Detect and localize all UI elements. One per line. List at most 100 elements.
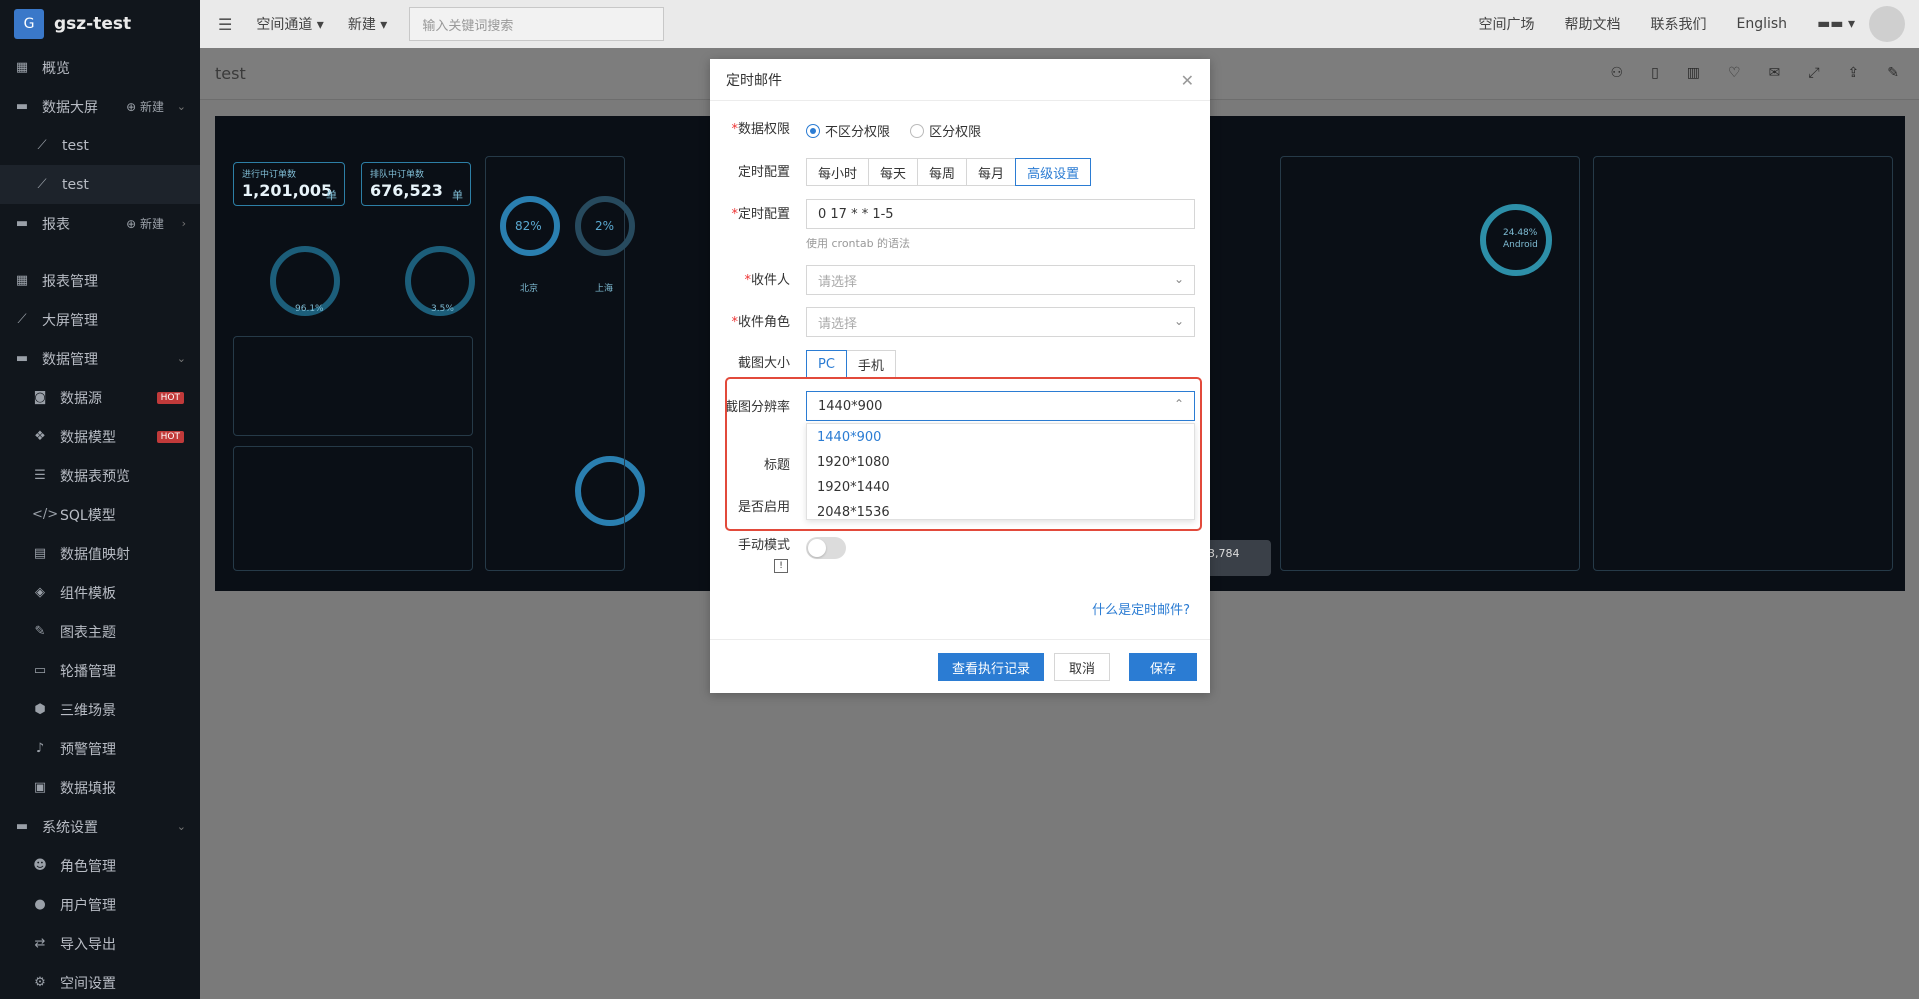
view-history-button[interactable]: 查看执行记录 xyxy=(938,653,1044,681)
sidebar-item-space-settings[interactable]: ⚙ 空间设置 xyxy=(0,963,200,999)
sidebar-item-overview[interactable]: ▦ 概览 xyxy=(0,48,200,87)
brush-icon: ✎ xyxy=(34,624,46,639)
help-link[interactable]: 帮助文档 xyxy=(1565,14,1621,34)
mail-icon[interactable]: ✉ xyxy=(1769,65,1781,81)
edit-icon[interactable]: ✎ xyxy=(1887,65,1899,81)
manual-mode-control xyxy=(806,537,846,559)
sidebar-item-chart-theme[interactable]: ✎ 图表主题 xyxy=(0,612,200,651)
expand-icon[interactable]: ⤢ xyxy=(1808,65,1819,81)
new-dashboard-button[interactable]: ⊕ 新建 xyxy=(126,98,164,115)
chevron-down-icon[interactable]: ⌄ xyxy=(177,820,186,833)
sidebar-item-data-model[interactable]: ❖ 数据模型 HOT xyxy=(0,417,200,456)
database-icon: ◙ xyxy=(33,390,47,405)
what-is-scheduled-email-link[interactable]: 什么是定时邮件? xyxy=(1092,599,1190,618)
sidebar-item-label: 数据管理 xyxy=(42,351,98,368)
schedule-label: 定时配置 xyxy=(737,165,790,180)
users-icon: ☻ xyxy=(33,858,47,873)
new-menu[interactable]: 新建 ▾ xyxy=(348,14,387,34)
new-menu-label: 新建 xyxy=(347,17,376,33)
user-icon: ● xyxy=(34,897,46,912)
language-link[interactable]: English xyxy=(1737,16,1788,32)
info-icon[interactable]: ! xyxy=(774,559,788,573)
excel-icon[interactable]: ▥ xyxy=(1687,65,1700,81)
schedule-advanced-button[interactable]: 高级设置 xyxy=(1015,158,1092,186)
user-settings-icon[interactable]: ⚇ xyxy=(1611,65,1624,81)
sidebar-item-system[interactable]: ▬ 系统设置 ⌄ xyxy=(0,807,200,846)
radio-no-permission[interactable]: 不区分权限 xyxy=(806,121,890,140)
sidebar-item-sql-model[interactable]: </> SQL模型 xyxy=(0,495,200,534)
sidebar-item-screen-mgmt[interactable]: ⟋ 大屏管理 xyxy=(0,300,200,339)
gauge-1-value: 96.1% xyxy=(295,304,324,314)
sidebar-item-users[interactable]: ● 用户管理 xyxy=(0,885,200,924)
document-icon[interactable]: ▯ xyxy=(1651,65,1659,81)
avatar[interactable] xyxy=(1869,6,1905,42)
schedule-weekly-button[interactable]: 每周 xyxy=(917,158,968,186)
chevron-down-icon[interactable]: ⌄ xyxy=(177,352,186,365)
manual-mode-label: 手动模式! xyxy=(737,538,790,573)
share-icon[interactable]: ⇪ xyxy=(1848,65,1860,81)
size-mobile-button[interactable]: 手机 xyxy=(845,350,896,378)
cron-input[interactable]: 0 17 * * 1-5 xyxy=(806,199,1195,229)
size-pc-button[interactable]: PC xyxy=(806,350,847,378)
sidebar-item-test-2[interactable]: ⟋ test xyxy=(0,165,200,204)
cancel-button[interactable]: 取消 xyxy=(1054,653,1110,681)
kpi-card-2: 排队中订单数 676,523 单 xyxy=(361,162,471,206)
chevron-down-icon[interactable]: ⌄ xyxy=(177,100,186,113)
space-channel-menu[interactable]: 空间通道 ▾ xyxy=(256,14,323,34)
close-icon[interactable]: ✕ xyxy=(1181,71,1194,90)
schedule-daily-button[interactable]: 每天 xyxy=(868,158,919,186)
box-icon: ⬢ xyxy=(34,702,46,717)
new-report-button[interactable]: ⊕ 新建 xyxy=(126,215,164,232)
sidebar-item-label: 轮播管理 xyxy=(60,663,116,680)
contact-link[interactable]: 联系我们 xyxy=(1651,14,1707,34)
sidebar-item-reports[interactable]: ▬ 报表 ⊕ 新建 › xyxy=(0,204,200,243)
page-toolbar: ⚇ ▯ ▥ ♡ ✉ ⤢ ⇪ ✎ xyxy=(1583,65,1899,81)
user-menu[interactable]: ▬▬ ▾ xyxy=(1817,16,1855,32)
radio-with-permission[interactable]: 区分权限 xyxy=(910,121,981,140)
cron-hint: 使用 crontab 的语法 xyxy=(806,237,911,250)
manual-mode-toggle[interactable] xyxy=(806,537,846,559)
sidebar-item-test-1[interactable]: ⟋ test xyxy=(0,126,200,165)
sidebar-item-value-mapping[interactable]: ▤ 数据值映射 xyxy=(0,534,200,573)
gear-icon: ⚙ xyxy=(34,975,46,990)
brand-logo: G xyxy=(14,9,44,39)
resolution-control: 1440*900 ⌃ xyxy=(806,391,1195,421)
sidebar-item-label: 角色管理 xyxy=(60,858,116,875)
sidebar-item-datasource[interactable]: ◙ 数据源 HOT xyxy=(0,378,200,417)
schedule-hourly-button[interactable]: 每小时 xyxy=(806,158,870,186)
search-input[interactable]: 输入关键词搜索 xyxy=(409,7,665,41)
recipient-select[interactable]: 请选择 ⌄ xyxy=(806,265,1195,295)
sidebar-divider xyxy=(0,243,200,261)
heart-icon[interactable]: ♡ xyxy=(1728,65,1741,81)
cube-icon: ◈ xyxy=(35,585,45,600)
sidebar-item-label: 数据模型 xyxy=(60,429,116,446)
role-placeholder: 请选择 xyxy=(818,316,858,332)
menu-toggle-icon[interactable]: ☰ xyxy=(218,15,232,34)
radio-label: 区分权限 xyxy=(929,125,982,140)
plaza-link[interactable]: 空间广场 xyxy=(1479,14,1535,34)
sidebar-item-data-mgmt[interactable]: ▬ 数据管理 ⌄ xyxy=(0,339,200,378)
resolution-select[interactable]: 1440*900 ⌃ xyxy=(806,391,1195,421)
brand[interactable]: G gsz-test xyxy=(0,0,200,48)
sidebar-item-dashboards[interactable]: ▬ 数据大屏 ⊕ 新建 ⌄ xyxy=(0,87,200,126)
sidebar-item-component-template[interactable]: ◈ 组件模板 xyxy=(0,573,200,612)
folder-icon: ▬ xyxy=(15,819,29,834)
sidebar-item-carousel[interactable]: ▭ 轮播管理 xyxy=(0,651,200,690)
sidebar-item-table-preview[interactable]: ☰ 数据表预览 xyxy=(0,456,200,495)
chevron-right-icon[interactable]: › xyxy=(182,217,186,230)
sidebar-item-report-mgmt[interactable]: ▦ 报表管理 xyxy=(0,261,200,300)
sidebar-item-import-export[interactable]: ⇄ 导入导出 xyxy=(0,924,200,963)
resolution-option[interactable]: 1920*1440 xyxy=(807,476,1194,501)
sidebar-item-roles[interactable]: ☻ 角色管理 xyxy=(0,846,200,885)
radio-unchecked-icon xyxy=(910,123,925,138)
save-button[interactable]: 保存 xyxy=(1129,653,1197,681)
schedule-monthly-button[interactable]: 每月 xyxy=(966,158,1017,186)
resolution-option[interactable]: 2048*1536 xyxy=(807,501,1194,526)
sidebar-item-3d-scene[interactable]: ⬢ 三维场景 xyxy=(0,690,200,729)
sidebar-item-data-fill[interactable]: ▣ 数据填报 xyxy=(0,768,200,807)
resolution-option[interactable]: 1920*1080 xyxy=(807,451,1194,476)
resolution-option[interactable]: 1440*900 xyxy=(807,426,1194,451)
sidebar-item-label: 组件模板 xyxy=(60,585,116,602)
role-select[interactable]: 请选择 ⌄ xyxy=(806,307,1195,337)
sidebar-item-alerts[interactable]: ♪ 预警管理 xyxy=(0,729,200,768)
